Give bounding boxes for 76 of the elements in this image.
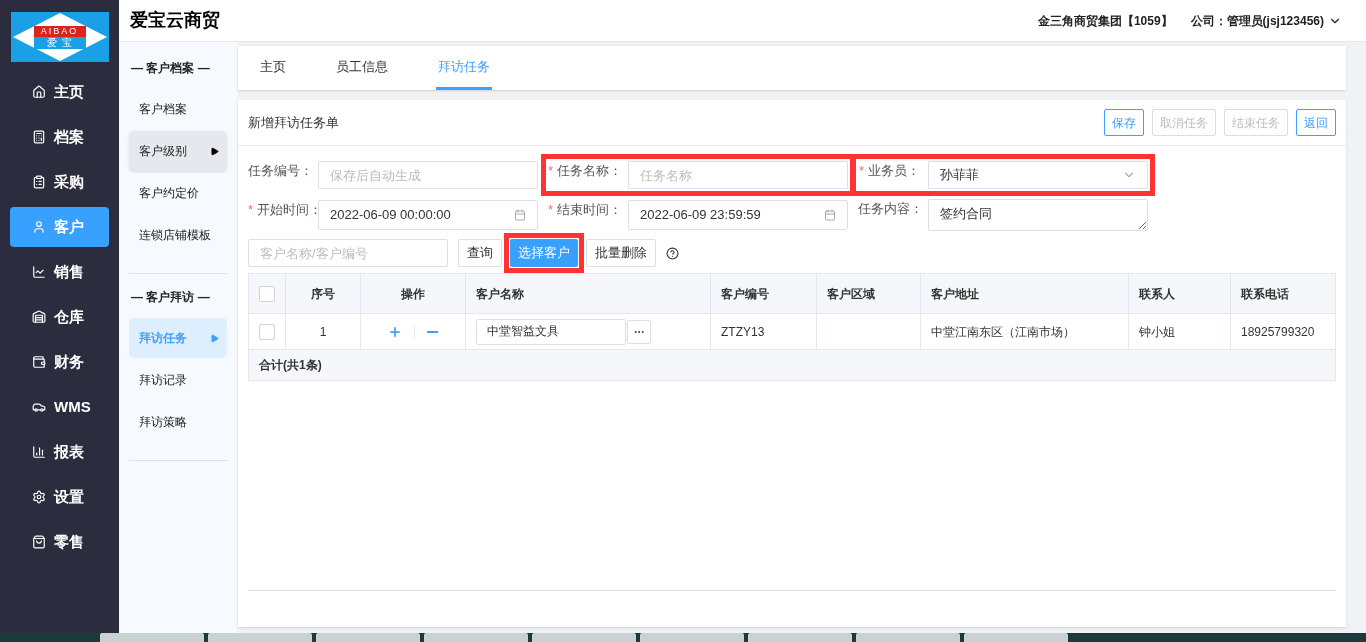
logo-text: AIBAO (33, 25, 86, 37)
car-icon (32, 400, 46, 414)
nav-item[interactable]: 档案 (10, 117, 109, 157)
submenu-item[interactable]: 拜访记录 (129, 360, 227, 400)
form-title: 新增拜访任务单 (248, 113, 339, 132)
column-header: 序号 (311, 285, 335, 303)
field-label: * 业务员： (858, 162, 921, 180)
column-header: 客户编号 (721, 285, 769, 303)
nav-item[interactable]: 仓库 (10, 297, 109, 337)
field-label: * 结束时间： (548, 201, 624, 219)
line-chart-icon (32, 265, 46, 279)
select-field[interactable]: 孙菲菲 (928, 161, 1148, 189)
tab[interactable]: 员工信息 (334, 46, 390, 90)
bar-chart-icon (32, 445, 46, 459)
toolbar-button[interactable]: 批量删除 (586, 239, 656, 267)
nav-item[interactable]: 报表 (10, 432, 109, 472)
plus-icon (388, 324, 402, 339)
table-cell-text: ZTZY13 (721, 323, 765, 341)
search-field[interactable]: 客户名称/客户编号 (248, 239, 448, 267)
more-button[interactable] (627, 319, 651, 344)
textarea-field[interactable]: 签约合同 (928, 199, 1148, 231)
field-label: * 开始时间： (248, 201, 318, 219)
text-field[interactable]: 任务名称 (628, 161, 848, 189)
nav-item[interactable]: 主页 (10, 72, 109, 112)
date-field[interactable]: 2022-06-09 23:59:59 (628, 200, 848, 230)
play-icon (210, 333, 219, 343)
submenu-item[interactable]: 客户约定价 (129, 173, 227, 213)
column-header: 客户地址 (931, 285, 979, 303)
toolbar-button[interactable]: 查询 (458, 239, 502, 267)
checkbox[interactable] (259, 323, 275, 340)
column-header: 操作 (401, 285, 425, 303)
field-label: 任务编号： (248, 162, 314, 180)
submenu-item[interactable]: 客户级别 (129, 131, 227, 171)
nav-item[interactable]: WMS (10, 387, 109, 427)
table-cell-text: 18925799320 (1241, 323, 1315, 341)
user-menu[interactable]: 公司：管理员(jsj123456) (1190, 11, 1342, 30)
field-label: 任务内容： (858, 200, 924, 218)
submenu-item[interactable]: 客户档案 (129, 89, 227, 129)
column-header: 联系电话 (1241, 285, 1289, 303)
nav-item[interactable]: 销售 (10, 252, 109, 292)
table-footer: 合计(共1条) (259, 356, 322, 374)
nav-item[interactable]: 采购 (10, 162, 109, 202)
warehouse-icon (32, 310, 46, 324)
minus-icon (427, 330, 438, 333)
company-name: 金三角商贸集团【1059】 (1037, 12, 1173, 30)
nav-item[interactable]: 零售 (10, 522, 109, 562)
tab[interactable]: 主页 (258, 46, 288, 90)
date-field[interactable]: 2022-06-09 00:00:00 (318, 200, 538, 230)
table-cell-text: 钟小姐 (1139, 323, 1175, 341)
submenu-item[interactable]: 连锁店铺模板 (129, 215, 227, 255)
text-field[interactable]: 保存后自动生成 (318, 161, 538, 189)
settings-icon (32, 490, 46, 504)
column-header: 客户区域 (827, 285, 875, 303)
calendar-icon (824, 209, 836, 221)
nav-item[interactable]: 设置 (10, 477, 109, 517)
checkbox[interactable] (259, 285, 275, 302)
help-icon (666, 246, 679, 260)
app-title: 爱宝云商贸 (130, 9, 220, 32)
wallet-icon (32, 355, 46, 369)
table-cell-text: 中堂江南东区（江南市场） (931, 323, 1075, 341)
play-icon (210, 146, 219, 156)
customer-name-field[interactable]: 中堂智益文具 (476, 318, 626, 345)
column-header: 联系人 (1139, 285, 1175, 303)
calculator-icon (32, 130, 46, 144)
clipboard-icon (32, 175, 46, 189)
calendar-icon (514, 209, 526, 221)
nav-item[interactable]: 财务 (10, 342, 109, 382)
field-label: * 任务名称： (548, 162, 624, 180)
column-header: 客户名称 (476, 285, 524, 303)
user-icon (32, 220, 46, 234)
submenu-heading: — 客户档案 — (130, 60, 211, 77)
submenu-item[interactable]: 拜访策略 (129, 402, 227, 442)
home-icon (32, 85, 46, 99)
submenu-heading: — 客户拜访 — (130, 289, 211, 306)
table-cell-text: 1 (319, 323, 327, 341)
bag-icon (32, 535, 46, 549)
